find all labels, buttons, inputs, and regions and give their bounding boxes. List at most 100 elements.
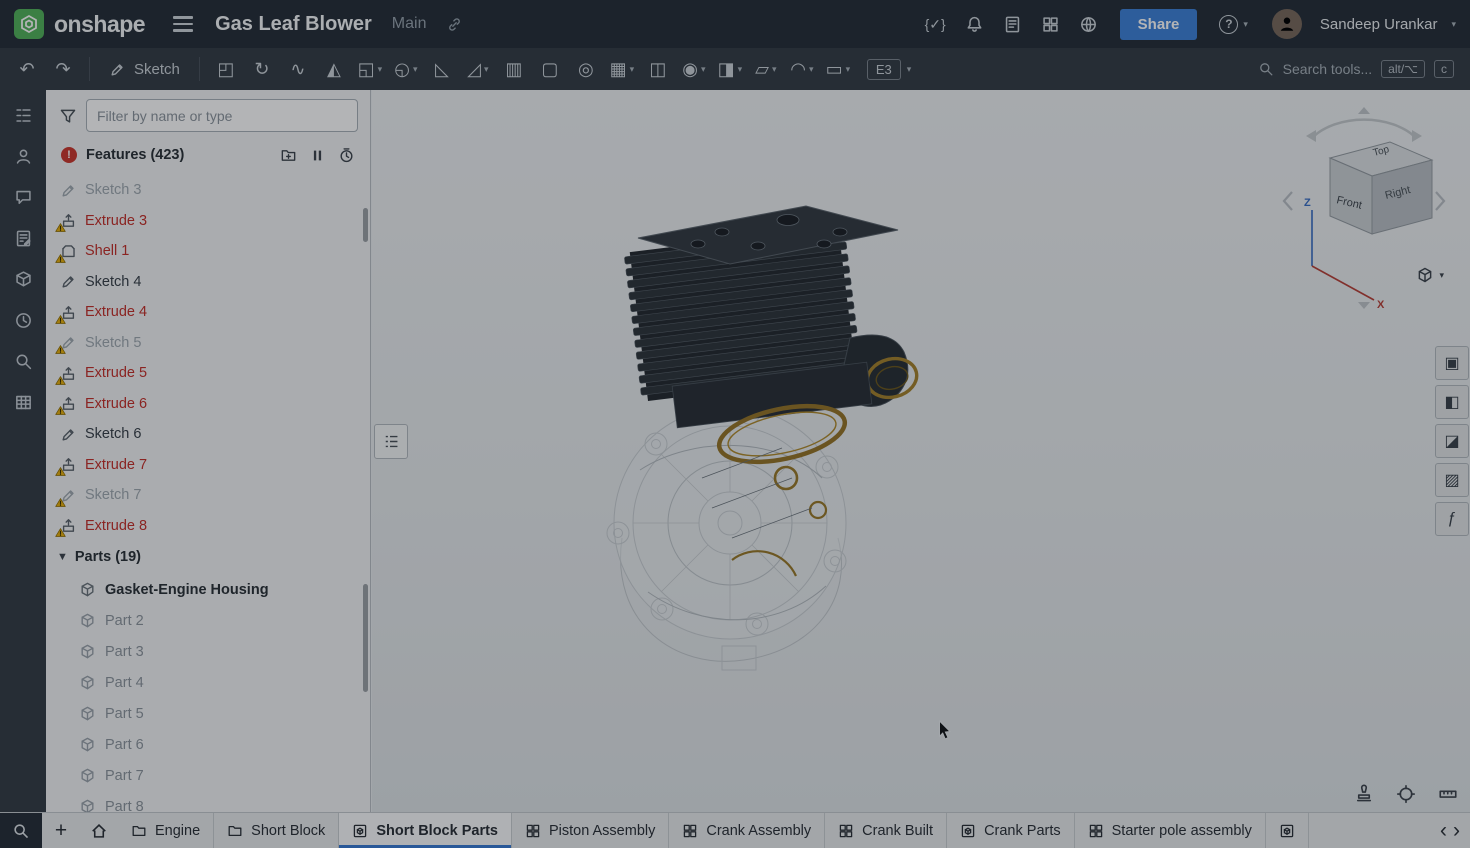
feature-script-icon[interactable]: {✓} bbox=[925, 16, 946, 33]
draft-button[interactable]: ◿ ▾ bbox=[461, 53, 495, 85]
user-menu-chevron-icon[interactable]: ▾ bbox=[1451, 19, 1456, 30]
help-icon[interactable]: ? bbox=[1219, 14, 1239, 34]
part-item[interactable]: Part 6 bbox=[46, 729, 370, 760]
sheet-metal-button[interactable]: ▭ ▾ bbox=[821, 53, 855, 85]
dropdown-caret-icon[interactable]: ▾ bbox=[738, 64, 743, 75]
fillet-button[interactable]: ◵ ▾ bbox=[389, 53, 423, 85]
scroll-tabs-right-icon[interactable]: › bbox=[1453, 819, 1460, 843]
share-button[interactable]: Share bbox=[1119, 8, 1198, 40]
hole-button[interactable]: ◎ bbox=[569, 53, 603, 85]
feature-item[interactable]: Sketch 5 bbox=[46, 328, 370, 359]
filter-funnel-icon[interactable] bbox=[59, 107, 77, 125]
notifications-bell-icon[interactable] bbox=[965, 15, 984, 34]
engine-model[interactable] bbox=[582, 178, 962, 678]
tab-crank-parts[interactable]: Crank Parts bbox=[947, 813, 1075, 848]
help-menu[interactable]: ? ▾ bbox=[1219, 14, 1248, 34]
plane-button[interactable]: ▱ ▾ bbox=[749, 53, 783, 85]
extrude-button[interactable]: ◰ bbox=[209, 53, 243, 85]
view-mode-dropdown[interactable]: ▾ bbox=[1416, 266, 1444, 284]
tab-short-block-parts[interactable]: Short Block Parts bbox=[339, 813, 512, 848]
learning-center-icon[interactable] bbox=[1079, 15, 1098, 34]
insert-folder-icon[interactable] bbox=[280, 147, 297, 164]
feature-list-panel-icon[interactable] bbox=[6, 100, 40, 130]
linear-pattern-button[interactable]: ▦ ▾ bbox=[605, 53, 639, 85]
release-notes-icon[interactable] bbox=[1003, 15, 1022, 34]
display-states-icon[interactable]: ◧ bbox=[1435, 385, 1469, 419]
workspace-name[interactable]: Main bbox=[392, 15, 427, 33]
tab-piston-assembly[interactable]: Piston Assembly bbox=[512, 813, 670, 848]
mirror-button[interactable]: ◫ bbox=[641, 53, 675, 85]
feature-item[interactable]: Extrude 8 bbox=[46, 511, 370, 541]
main-menu-icon[interactable] bbox=[165, 10, 201, 38]
redo-button[interactable]: ↷ bbox=[46, 53, 80, 85]
history-panel-icon[interactable] bbox=[6, 305, 40, 335]
revolve-button[interactable]: ↻ bbox=[245, 53, 279, 85]
feature-item[interactable]: Extrude 3 bbox=[46, 206, 370, 237]
feature-item[interactable]: Extrude 5 bbox=[46, 358, 370, 389]
split-button[interactable]: ◨ ▾ bbox=[713, 53, 747, 85]
sketch-button[interactable]: Sketch bbox=[99, 53, 190, 85]
configurations-icon[interactable]: ƒ bbox=[1435, 502, 1469, 536]
comments-panel-icon[interactable] bbox=[6, 182, 40, 212]
rib-button[interactable]: ▥ bbox=[497, 53, 531, 85]
chamfer-button[interactable]: ◺ bbox=[425, 53, 459, 85]
part-item[interactable]: Part 7 bbox=[46, 760, 370, 791]
view-shortcut-dropdown[interactable]: E3 ▾ bbox=[866, 58, 911, 80]
feature-item[interactable]: Sketch 7 bbox=[46, 480, 370, 511]
part-item[interactable]: Part 3 bbox=[46, 636, 370, 667]
boolean-button[interactable]: ◉ ▾ bbox=[677, 53, 711, 85]
visual-style-icon[interactable]: ▣ bbox=[1435, 346, 1469, 380]
dropdown-caret-icon[interactable]: ▾ bbox=[413, 64, 418, 75]
follow-mode-icon[interactable] bbox=[6, 141, 40, 171]
thicken-button[interactable]: ◱ ▾ bbox=[353, 53, 387, 85]
exploded-view-icon[interactable]: ▨ bbox=[1435, 463, 1469, 497]
feature-item[interactable]: Extrude 4 bbox=[46, 297, 370, 328]
dropdown-caret-icon[interactable]: ▾ bbox=[846, 64, 851, 75]
onshape-logo-icon[interactable] bbox=[14, 9, 44, 39]
feature-item[interactable]: Extrude 7 bbox=[46, 450, 370, 481]
curve-button[interactable]: ◠ ▾ bbox=[785, 53, 819, 85]
loft-button[interactable]: ◭ bbox=[317, 53, 351, 85]
part-item[interactable]: Part 8 bbox=[46, 791, 370, 812]
orientation-icon[interactable] bbox=[1396, 784, 1416, 804]
dropdown-caret-icon[interactable]: ▾ bbox=[630, 64, 635, 75]
sweep-button[interactable]: ∿ bbox=[281, 53, 315, 85]
app-store-icon[interactable] bbox=[1041, 15, 1060, 34]
tab-partial[interactable] bbox=[1266, 813, 1309, 848]
tab-crank-assembly[interactable]: Crank Assembly bbox=[669, 813, 826, 848]
user-avatar[interactable] bbox=[1271, 9, 1302, 39]
dropdown-caret-icon[interactable]: ▾ bbox=[772, 64, 777, 75]
pause-rebuild-icon[interactable] bbox=[309, 147, 326, 164]
parts-header[interactable]: ▼ Parts (19) bbox=[46, 540, 370, 574]
undo-button[interactable]: ↶ bbox=[10, 53, 44, 85]
filter-input[interactable] bbox=[86, 99, 358, 132]
scroll-tabs-left-icon[interactable]: ‹ bbox=[1440, 819, 1447, 843]
tables-panel-icon[interactable] bbox=[6, 387, 40, 417]
share-link-icon[interactable] bbox=[446, 16, 463, 33]
home-tab-button[interactable] bbox=[80, 813, 118, 848]
dropdown-caret-icon[interactable]: ▾ bbox=[378, 64, 383, 75]
error-rollup-icon[interactable]: ! bbox=[61, 147, 77, 163]
dropdown-caret-icon[interactable]: ▾ bbox=[701, 64, 706, 75]
parts-help-icon[interactable] bbox=[6, 264, 40, 294]
parts-scrollbar[interactable] bbox=[363, 584, 368, 692]
part-item[interactable]: Gasket-Engine Housing bbox=[46, 574, 370, 605]
tab-search-button[interactable] bbox=[0, 813, 42, 848]
feature-item[interactable]: Sketch 3 bbox=[46, 175, 370, 206]
part-item[interactable]: Part 4 bbox=[46, 667, 370, 698]
search-document-icon[interactable] bbox=[6, 346, 40, 376]
shell-button[interactable]: ▢ bbox=[533, 53, 567, 85]
part-item[interactable]: Part 2 bbox=[46, 605, 370, 636]
add-tab-button[interactable]: + bbox=[42, 813, 80, 848]
feature-item[interactable]: Sketch 4 bbox=[46, 267, 370, 298]
features-scrollbar[interactable] bbox=[363, 208, 368, 242]
feature-item[interactable]: Extrude 6 bbox=[46, 389, 370, 420]
stamp-icon[interactable] bbox=[1354, 784, 1374, 804]
section-view-icon[interactable]: ◪ bbox=[1435, 424, 1469, 458]
feature-list-flyout-toggle[interactable] bbox=[374, 424, 408, 459]
scale-ruler-icon[interactable] bbox=[1438, 784, 1458, 804]
feature-item[interactable]: Sketch 6 bbox=[46, 419, 370, 450]
tab-crank-built[interactable]: Crank Built bbox=[825, 813, 948, 848]
tab-starter-pole-assembly[interactable]: Starter pole assembly bbox=[1075, 813, 1266, 848]
feature-item[interactable]: Shell 1 bbox=[46, 236, 370, 267]
